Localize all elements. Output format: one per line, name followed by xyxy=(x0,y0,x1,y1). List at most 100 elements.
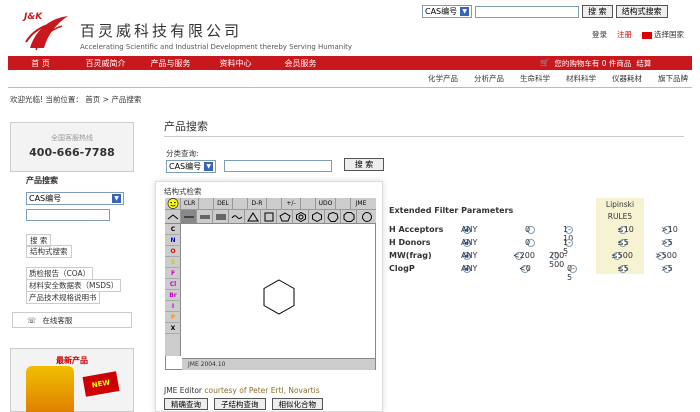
chain-icon[interactable] xyxy=(165,210,181,223)
smiley-icon[interactable] xyxy=(165,198,181,209)
element-i[interactable]: I xyxy=(165,301,181,312)
sidebar-search-type-select[interactable]: CAS编号 ▼ xyxy=(26,192,124,205)
pentagon-ring-icon[interactable] xyxy=(277,210,293,223)
filter-option-4[interactable]: >5 xyxy=(661,264,673,273)
filter-option-4[interactable]: >500 xyxy=(655,251,677,260)
benzene-ring-icon[interactable] xyxy=(293,210,309,223)
jme-clr-button[interactable]: CLR xyxy=(181,198,199,209)
jme-empty-button[interactable] xyxy=(267,198,282,209)
filter-row: ClogP ANY <0 0-5 ≤5 >5 xyxy=(389,264,694,282)
jme-empty-button[interactable] xyxy=(199,198,214,209)
top-structure-search-button[interactable]: 结构式搜索 xyxy=(615,5,668,18)
online-service-button[interactable]: ☏ 在线客服 xyxy=(12,312,132,328)
filter-option-2[interactable]: 200-500 xyxy=(549,251,567,269)
triangle-ring-icon[interactable] xyxy=(245,210,261,223)
jme-editor-link[interactable]: JME Editor xyxy=(164,386,202,395)
checkout-link[interactable]: 结算 xyxy=(636,58,651,69)
double-bond-icon[interactable] xyxy=(197,210,213,223)
breadcrumb-prefix: 欢迎光临! 当前位置： xyxy=(10,95,83,104)
sidebar-structure-search-button[interactable]: 结构式搜索 xyxy=(26,245,72,258)
filter-option-3[interactable]: ≤5 xyxy=(617,238,629,247)
element-cl[interactable]: Cl xyxy=(165,279,181,290)
sub-nav-brands[interactable]: 旗下品牌 xyxy=(658,73,688,84)
filter-option-4[interactable]: >5 xyxy=(661,238,673,247)
cart-text[interactable]: 您的购物车有 0 件商品 xyxy=(554,58,631,69)
element-s[interactable]: S xyxy=(165,257,181,268)
sidebar-search-input[interactable] xyxy=(26,209,110,221)
top-search-type-select[interactable]: CAS编号 ▼ xyxy=(422,5,473,18)
exact-search-button[interactable]: 精确查询 xyxy=(164,398,208,410)
sub-nav-chemicals[interactable]: 化学产品 xyxy=(428,73,458,84)
filter-option-any[interactable]: ANY xyxy=(461,225,477,234)
nav-item-resources[interactable]: 资料中心 xyxy=(203,58,268,69)
filter-option-2[interactable]: 0-5 xyxy=(567,264,577,282)
circle-ring-icon[interactable] xyxy=(357,210,376,223)
filter-title: Extended Filter Parameters xyxy=(389,206,514,215)
filter-option-1[interactable]: 0 xyxy=(525,225,535,234)
login-link[interactable]: 登录 xyxy=(592,29,607,40)
jme-del-button[interactable]: DEL xyxy=(214,198,233,209)
nav-item-products[interactable]: 产品与服务 xyxy=(138,58,203,69)
filter-row-name: H Acceptors xyxy=(389,225,444,234)
heptagon-ring-icon[interactable] xyxy=(325,210,341,223)
filter-option-3[interactable]: ≤10 xyxy=(617,225,634,234)
square-ring-icon[interactable] xyxy=(261,210,277,223)
triple-bond-icon[interactable] xyxy=(213,210,229,223)
octagon-ring-icon[interactable] xyxy=(341,210,357,223)
nav-item-members[interactable]: 会员服务 xyxy=(268,58,333,69)
logo-text: J&K xyxy=(24,12,43,22)
filter-option-2[interactable]: 1-5 xyxy=(563,238,573,256)
element-o[interactable]: O xyxy=(165,246,181,257)
category-input[interactable] xyxy=(224,160,332,172)
filter-option-1[interactable]: <0 xyxy=(519,264,531,273)
filter-option-any[interactable]: ANY xyxy=(461,238,477,247)
nav-item-home[interactable]: 首 页 xyxy=(8,58,73,69)
spec-sheet-link[interactable]: 产品技术规格说明书 xyxy=(26,291,100,304)
element-br[interactable]: Br xyxy=(165,290,181,301)
jme-empty-button[interactable] xyxy=(336,198,351,209)
element-p[interactable]: P xyxy=(165,312,181,323)
filter-option-any[interactable]: ANY xyxy=(461,264,477,273)
register-link[interactable]: 注册 xyxy=(617,29,632,40)
jme-charge-button[interactable]: +/- xyxy=(282,198,301,209)
substructure-search-button[interactable]: 子结构查询 xyxy=(214,398,266,410)
wavy-chain-icon[interactable] xyxy=(229,210,245,223)
nav-item-about[interactable]: 百灵威简介 xyxy=(73,58,138,69)
top-search-button[interactable]: 搜 索 xyxy=(582,5,613,18)
filter-option-3[interactable]: ≤5 xyxy=(617,264,629,273)
filter-option-4[interactable]: >10 xyxy=(661,225,678,234)
filter-option-1[interactable]: <200 xyxy=(513,251,535,260)
filter-option-2[interactable]: 1-10 xyxy=(563,225,573,243)
jme-undo-button[interactable]: UDO xyxy=(316,198,336,209)
jme-drawing-canvas[interactable] xyxy=(182,224,375,358)
jme-about-button[interactable]: JME xyxy=(351,198,371,209)
breadcrumb-home[interactable]: 首页 xyxy=(85,95,100,104)
category-search-button[interactable]: 搜 索 xyxy=(344,158,384,171)
jme-empty-button[interactable] xyxy=(301,198,316,209)
sub-nav-instruments[interactable]: 仪器耗材 xyxy=(612,73,642,84)
sub-nav-analytical[interactable]: 分析产品 xyxy=(474,73,504,84)
sub-nav-life-science[interactable]: 生命科学 xyxy=(520,73,550,84)
element-x[interactable]: X xyxy=(165,323,181,334)
breadcrumb: 欢迎光临! 当前位置： 首页 > 产品搜索 xyxy=(10,94,141,105)
similarity-search-button[interactable]: 相似化合物 xyxy=(271,398,323,410)
category-select[interactable]: CAS编号 ▼ xyxy=(166,160,217,173)
category-label: 分类查询: xyxy=(166,149,199,158)
company-logo[interactable]: J&K xyxy=(22,8,72,52)
filter-option-1[interactable]: 0 xyxy=(525,238,535,247)
element-c[interactable]: C xyxy=(165,224,181,235)
sub-nav-materials[interactable]: 材料科学 xyxy=(566,73,596,84)
hexagon-ring-icon[interactable] xyxy=(309,210,325,223)
product-image[interactable] xyxy=(26,366,74,412)
cart-icon[interactable]: 🛒 xyxy=(540,58,549,69)
filter-option-3[interactable]: ≤500 xyxy=(611,251,633,260)
single-bond-icon[interactable] xyxy=(181,210,197,223)
top-search-input[interactable] xyxy=(475,5,580,18)
element-n[interactable]: N xyxy=(165,235,181,246)
jme-dr-button[interactable]: D-R xyxy=(248,198,267,209)
element-f[interactable]: F xyxy=(165,268,181,279)
chevron-down-icon: ▼ xyxy=(204,162,214,171)
country-selector[interactable]: 选择国家 xyxy=(642,29,684,40)
filter-option-any[interactable]: ANY xyxy=(461,251,477,260)
jme-empty-button[interactable] xyxy=(233,198,248,209)
